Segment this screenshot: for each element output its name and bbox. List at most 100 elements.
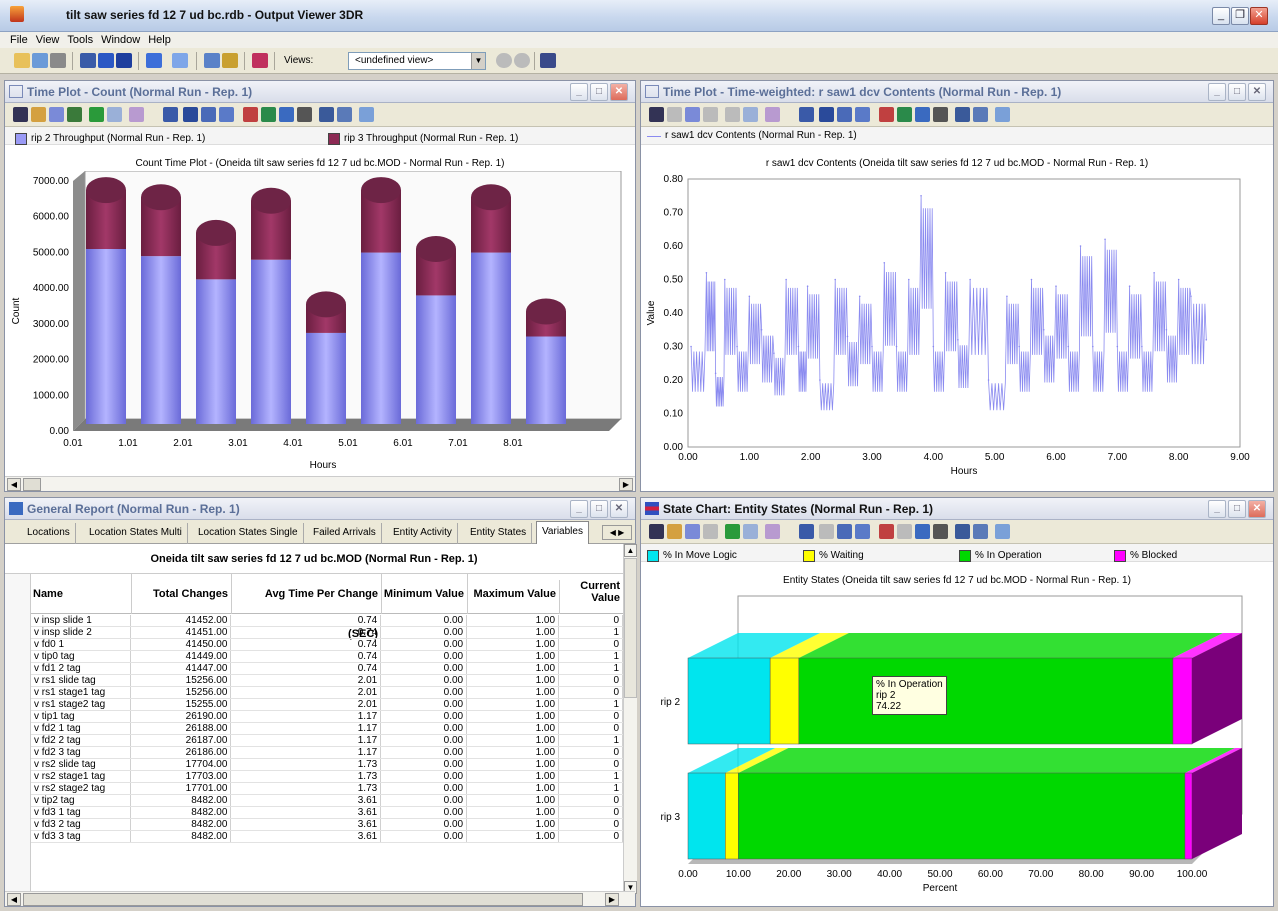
view-icon[interactable] [649,524,664,539]
clipboard-icon[interactable] [359,107,374,122]
table-icon[interactable] [279,107,294,122]
tab-variables[interactable]: Variables [536,521,589,544]
histogram-icon[interactable] [703,524,718,539]
font-icon[interactable] [855,107,870,122]
panel-minimize-button[interactable]: _ [570,83,588,101]
col-header-max[interactable]: Maximum Value [467,574,559,614]
axis-icon[interactable] [819,524,834,539]
tab-entity-states[interactable]: Entity States [465,523,533,544]
close-button[interactable]: ✕ [1250,7,1268,25]
menu-help[interactable]: Help [144,32,175,48]
tab-entity-activity[interactable]: Entity Activity [388,523,458,544]
legend-icon[interactable] [799,107,814,122]
save-icon[interactable] [973,107,988,122]
open-icon[interactable] [14,53,30,68]
table-row[interactable]: v rs1 slide tag 15256.00 2.01 0.00 1.00 0 [31,674,623,688]
scroll-thumb[interactable] [624,558,637,698]
image-icon[interactable] [685,524,700,539]
col-header-min[interactable]: Minimum Value [381,574,467,614]
table-row[interactable]: v rs2 stage2 tag 17701.00 1.73 0.00 1.00 1 [31,782,623,796]
panel-close-button[interactable]: ✕ [1248,83,1266,101]
table-icon[interactable] [915,524,930,539]
table-row[interactable]: v fd2 3 tag 26186.00 1.17 0.00 1.00 0 [31,746,623,760]
col-header-name[interactable]: Name [33,588,63,600]
axis-icon[interactable] [183,107,198,122]
label-icon[interactable] [837,524,852,539]
histogram-icon[interactable] [67,107,82,122]
table-icon[interactable] [80,53,96,68]
menu-tools[interactable]: Tools [63,32,97,48]
font-icon[interactable] [219,107,234,122]
label-icon[interactable] [201,107,216,122]
move-icon[interactable] [725,107,740,122]
table-row[interactable]: v fd2 2 tag 26187.00 1.17 0.00 1.00 1 [31,734,623,748]
scroll-left-icon[interactable]: ◀ [7,893,21,906]
table-row[interactable]: v rs2 stage1 tag 17703.00 1.73 0.00 1.00 1 [31,770,623,784]
color-icon[interactable] [765,524,780,539]
panel-close-button[interactable]: ✕ [1248,500,1266,518]
zoom-icon[interactable] [743,107,758,122]
panel-close-button[interactable]: ✕ [610,83,628,101]
clipboard-icon[interactable] [995,107,1010,122]
label-icon[interactable] [837,107,852,122]
panel-minimize-button[interactable]: _ [1208,500,1226,518]
tab-location-states-multi[interactable]: Location States Multi [84,523,188,544]
bar-3d-icon[interactable] [243,107,258,122]
copy-icon[interactable] [319,107,334,122]
export-icon[interactable] [32,53,48,68]
tab-locations[interactable]: Locations [22,523,76,544]
view-icon[interactable] [649,107,664,122]
font-icon[interactable] [855,524,870,539]
scroll-right-icon[interactable]: ▶ [619,478,633,491]
histogram-icon[interactable] [703,107,718,122]
horizontal-scrollbar[interactable]: ◀ ▶ [5,476,635,491]
color-icon[interactable] [129,107,144,122]
legend-icon[interactable] [163,107,178,122]
grid-icon[interactable] [897,524,912,539]
table-row[interactable]: v fd3 2 tag 8482.00 3.61 0.00 1.00 0 [31,818,623,832]
chart-type-icon[interactable] [146,53,162,68]
image-icon[interactable] [49,107,64,122]
view-icon[interactable] [13,107,28,122]
copy-icon[interactable] [955,107,970,122]
tab-scroll-arrows[interactable]: ◀ ▶ [602,525,632,540]
scroll-thumb[interactable] [23,893,583,906]
forward-icon[interactable] [514,53,530,68]
panel-close-button[interactable]: ✕ [610,500,628,518]
bar-3d-icon[interactable] [879,107,894,122]
bar-chart-icon[interactable] [98,53,114,68]
table-icon[interactable] [915,107,930,122]
help-icon[interactable] [540,53,556,68]
data-icon[interactable] [933,107,948,122]
table-row[interactable]: v fd1 2 tag 41447.00 0.74 0.00 1.00 1 [31,662,623,676]
col-header-total-changes[interactable]: Total Changes [131,574,231,614]
move-icon[interactable] [725,524,740,539]
table-row[interactable]: v rs2 slide tag 17704.00 1.73 0.00 1.00 0 [31,758,623,772]
scroll-thumb[interactable] [23,478,41,491]
zoom-icon[interactable] [743,524,758,539]
chart-icon[interactable] [667,107,682,122]
table-row[interactable]: v fd3 1 tag 8482.00 3.61 0.00 1.00 0 [31,806,623,820]
table-row[interactable]: v tip0 tag 41449.00 0.74 0.00 1.00 1 [31,650,623,664]
col-header-avg-time[interactable]: Avg Time Per Change (SEC) [231,574,381,640]
menu-window[interactable]: Window [97,32,144,48]
time-plot-icon[interactable] [172,53,188,68]
data-icon[interactable] [297,107,312,122]
chevron-down-icon[interactable]: ▼ [471,53,485,69]
scroll-up-icon[interactable]: ▲ [624,544,637,557]
panel-maximize-button[interactable]: □ [590,83,608,101]
table-row[interactable]: v tip1 tag 26190.00 1.17 0.00 1.00 0 [31,710,623,724]
copy-icon[interactable] [955,524,970,539]
grid-icon[interactable] [897,107,912,122]
panel-maximize-button[interactable]: □ [1228,83,1246,101]
calendar-icon[interactable] [204,53,220,68]
chart-icon[interactable] [667,524,682,539]
table-row[interactable]: v rs1 stage2 tag 15255.00 2.01 0.00 1.00 1 [31,698,623,712]
scroll-left-icon[interactable]: ◀ [7,478,21,491]
back-icon[interactable] [496,53,512,68]
clipboard-icon[interactable] [995,524,1010,539]
vertical-scrollbar[interactable]: ▲ ▼ [623,544,637,894]
table-row[interactable]: v rs1 stage1 tag 15256.00 2.01 0.00 1.00 0 [31,686,623,700]
color-icon[interactable] [765,107,780,122]
views-select[interactable]: <undefined view> ▼ [348,52,486,70]
